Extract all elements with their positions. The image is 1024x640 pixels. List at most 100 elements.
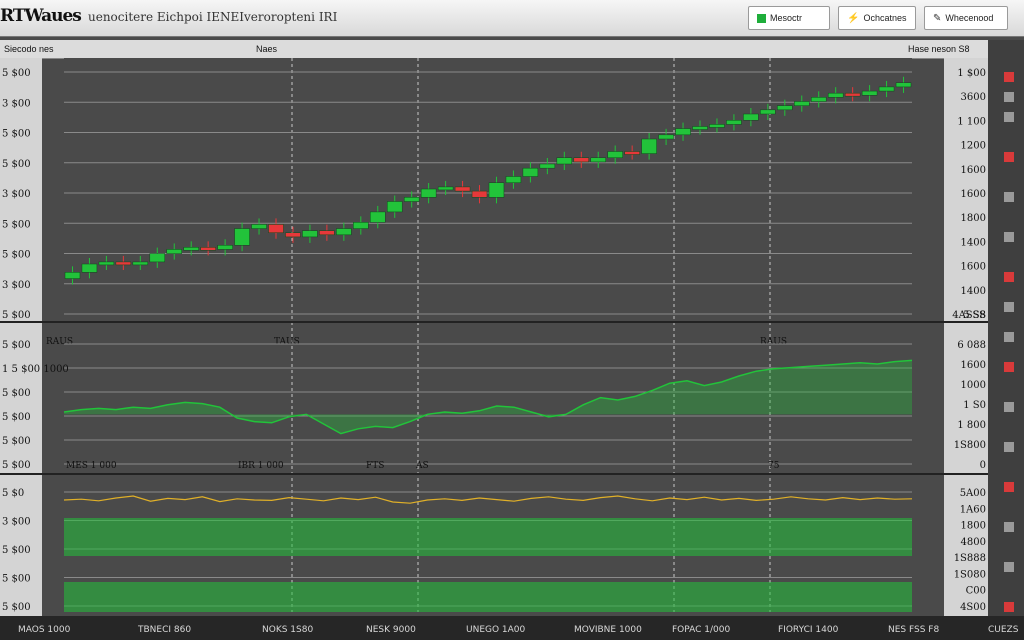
candle-body: [454, 186, 471, 192]
right-tick-label: 1600: [961, 165, 986, 176]
left-tick-label: 5 $00: [2, 159, 31, 170]
left-tick-label: 1 5 $00 1000: [2, 364, 69, 375]
footer-label-6: MOVIBNE 1000: [574, 625, 642, 635]
right-tick-label: 1800: [961, 521, 986, 532]
side-tool-button: [1004, 272, 1014, 282]
side-tool-button: [1004, 92, 1014, 102]
side-tool-button: [1004, 112, 1014, 122]
candle-body: [353, 222, 369, 229]
candle-body: [234, 228, 250, 246]
side-tool-button: [1004, 562, 1014, 572]
side-tool-button: [1004, 302, 1014, 312]
candle-body: [166, 249, 182, 254]
left-tick-label: 5 $00: [2, 412, 31, 423]
marker-label: TAUS: [274, 337, 300, 347]
right-tick-label: 4S00: [960, 602, 986, 613]
right-tick-label: 1 800: [957, 420, 986, 431]
marker-label: 75: [768, 461, 780, 471]
candle-body: [386, 201, 403, 213]
right-tick-label: C00: [966, 586, 986, 597]
candle-body: [98, 261, 115, 266]
candle-body: [217, 245, 233, 250]
candle-body: [624, 151, 640, 155]
candle-body: [132, 261, 149, 266]
candle-body: [319, 230, 335, 236]
right-tick-label: 1600: [961, 189, 986, 200]
candle-body: [336, 228, 352, 236]
marker-label: RAUS: [760, 337, 787, 347]
candle-body: [573, 157, 590, 163]
candle-body: [183, 247, 199, 251]
oscillator-band: [64, 518, 912, 556]
candle-body: [658, 134, 674, 140]
candle-body: [794, 101, 810, 106]
candle-body: [81, 263, 98, 273]
right-tick-label: 1600: [961, 262, 986, 273]
candle-body: [760, 109, 776, 115]
side-tool-button: [1004, 482, 1014, 492]
candle-body: [64, 272, 81, 279]
side-tool-button: [1004, 442, 1014, 452]
candle-body: [471, 190, 488, 198]
left-tick-label: 3 $00: [2, 98, 31, 109]
footer-label-3: NOKS 1S80: [262, 625, 314, 635]
footer-bar: MAOS 1000 TBNECI 860 NOKS 1S80 NESK 9000…: [0, 616, 1024, 640]
left-tick-label: 5 $00: [2, 602, 31, 613]
left-tick-label: 3 $00: [2, 280, 31, 291]
candle-body: [861, 90, 878, 96]
left-tick-label: 3 $00: [2, 189, 31, 200]
candle-body: [590, 157, 606, 163]
right-tick-label: 1400: [961, 286, 986, 297]
candle-body: [505, 176, 522, 183]
footer-label-7: FOPAC 1/000: [672, 625, 731, 635]
side-tool-button: [1004, 362, 1014, 372]
candle-body: [268, 224, 284, 234]
candle-body: [200, 247, 216, 251]
side-tool-button: [1004, 232, 1014, 242]
candle-body: [302, 230, 318, 238]
candle-body: [607, 151, 623, 158]
candle-body: [675, 128, 691, 136]
candle-body: [692, 126, 708, 130]
oscillator-band: [64, 582, 912, 612]
footer-label-9: NES FSS F8: [888, 625, 940, 635]
side-tool-button: [1004, 332, 1014, 342]
marker-label: IBR 1 000: [238, 461, 284, 471]
marker-label: RAUS: [46, 337, 73, 347]
right-tick-label: 1 100: [957, 116, 986, 127]
candle-body: [641, 138, 657, 154]
side-tool-button: [1004, 522, 1014, 532]
candle-body: [726, 120, 742, 125]
footer-label-8: FIORYCI 1400: [778, 625, 839, 635]
side-tool-button: [1004, 152, 1014, 162]
chart-area: 5 $00 3 $00 5 $00 5 $00 3 $00 5 $00 5 $00 3 $00…: [0, 58, 1014, 616]
side-tool-button: [1004, 72, 1014, 82]
footer-label-10: CUEZS: [988, 625, 1019, 635]
footer-label-5: UNEGO 1A00: [466, 625, 526, 635]
candle-body: [251, 224, 267, 229]
left-axis-gutter: [0, 58, 42, 616]
left-tick-label: 5 $00: [2, 250, 31, 261]
marker-label: FTS: [366, 461, 384, 471]
candle-body: [370, 211, 386, 223]
left-tick-label: 5 $00: [2, 388, 31, 399]
right-tick-label: 1 $00: [957, 68, 986, 79]
candle-body: [149, 253, 166, 263]
left-tick-label: 3 $00: [2, 517, 31, 528]
left-tick-label: 5 $00: [2, 436, 31, 447]
right-tick-label: 5A00: [960, 488, 986, 499]
right-tick-label: 1S888: [954, 553, 986, 564]
candle-body: [709, 124, 725, 128]
left-tick-label: 5 $00: [2, 574, 31, 585]
marker-label: MES 1 000: [66, 461, 117, 471]
panel-bg-1: [64, 58, 912, 320]
right-tick-label: 1000: [961, 380, 986, 391]
candle-body: [539, 163, 556, 169]
right-tick-label: 0: [980, 460, 986, 471]
candle-body: [285, 232, 301, 238]
right-tick-label: 3600: [961, 92, 986, 103]
side-tool-button: [1004, 602, 1014, 612]
right-tick-label: 1400: [961, 237, 986, 248]
footer-label-2: TBNECI 860: [138, 625, 192, 635]
left-tick-label: 5 $00: [2, 68, 31, 79]
